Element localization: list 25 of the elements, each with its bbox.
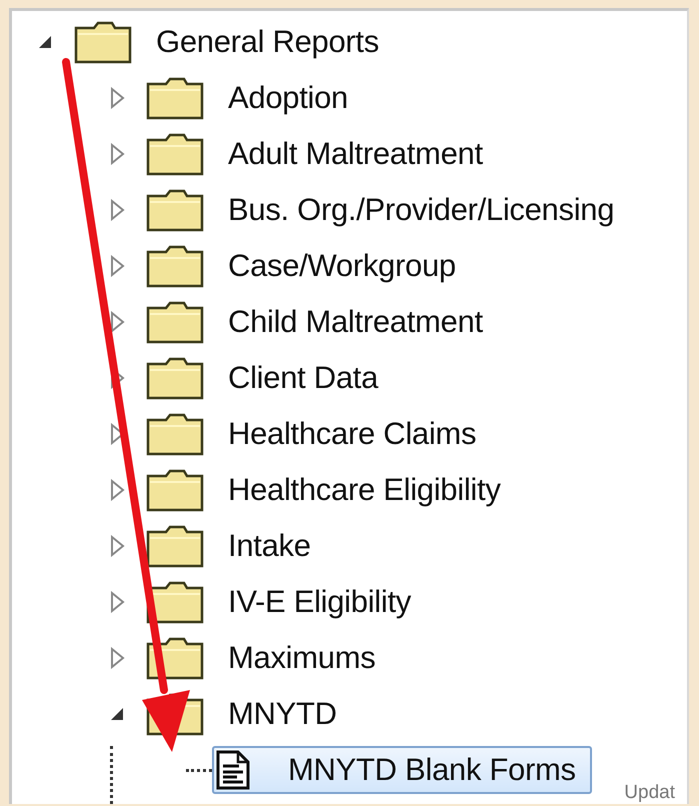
tree-item[interactable]: Intake [142,520,327,572]
folder-icon [146,244,204,288]
folder-icon [146,188,204,232]
tree-item[interactable]: Case/Workgroup [142,240,472,292]
tree-item[interactable]: IV-E Eligibility [142,576,427,628]
tree-item[interactable]: Bus. Org./Provider/Licensing [142,184,630,236]
folder-icon [146,412,204,456]
folder-icon [146,132,204,176]
tree-item[interactable]: Adult Maltreatment [142,128,499,180]
tree-item[interactable]: Healthcare Eligibility [142,464,517,516]
folder-icon [146,524,204,568]
folder-icon [74,20,132,64]
tree-item[interactable]: General Reports [70,16,395,68]
tree-item[interactable]: Client Data [142,352,394,404]
status-text: Updat [624,783,675,802]
tree-item[interactable]: Adoption [142,72,364,124]
folder-icon [146,356,204,400]
tree-item[interactable]: Healthcare Claims [142,408,492,460]
folder-icon [146,468,204,512]
document-icon [216,750,250,790]
tree-item[interactable]: Maximums [142,632,392,684]
tree-item[interactable]: MNYTD Blank Forms [212,746,592,794]
tree-item[interactable]: Child Maltreatment [142,296,499,348]
folder-icon [146,76,204,120]
folder-icon [146,300,204,344]
